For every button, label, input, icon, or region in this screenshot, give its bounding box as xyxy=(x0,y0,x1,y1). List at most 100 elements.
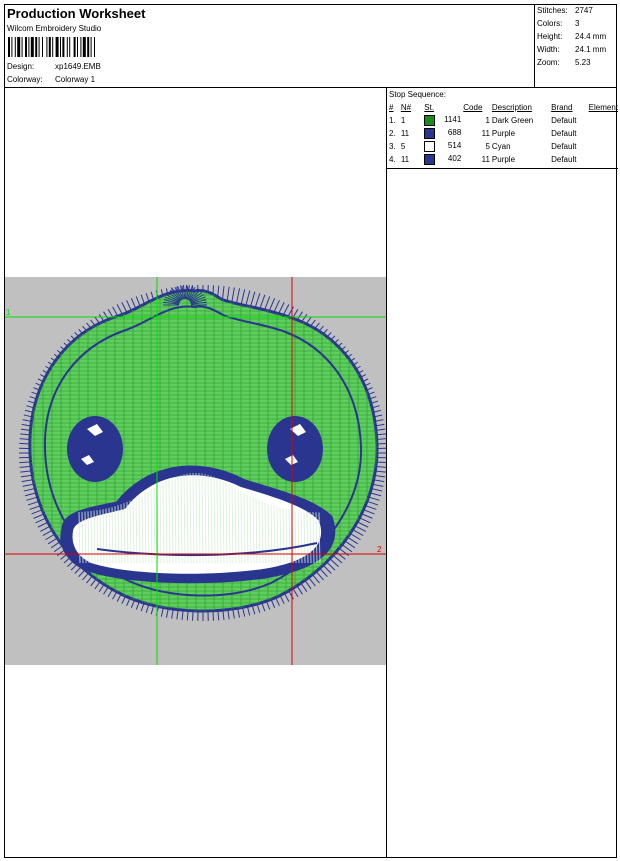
stat-colors: Colors: 3 xyxy=(537,19,579,28)
stop-stitches: 402 xyxy=(422,153,461,166)
stop-needle: 11 xyxy=(399,153,422,166)
color-swatch xyxy=(424,154,436,165)
barcode-image xyxy=(8,37,95,57)
stop-sequence-table: # N# St. Code Description Brand Element … xyxy=(387,101,618,166)
stop-row: 2. 11 688 11 Purple Default xyxy=(387,127,618,140)
stop-brand-text: Default xyxy=(551,142,577,151)
left-eye xyxy=(67,416,123,482)
stat-label: Width: xyxy=(537,45,560,54)
stop-code-text: 11 xyxy=(481,129,490,138)
stat-label: Height: xyxy=(537,32,563,41)
design-file-row: Design: xp1649.EMB xyxy=(7,62,101,71)
stop-num: 2. xyxy=(387,127,399,140)
stop-brand-text: Default xyxy=(551,155,577,164)
design-file-name: xp1649.EMB xyxy=(55,62,101,71)
design-label: Design: xyxy=(7,62,35,71)
stop-brand: Default xyxy=(549,114,587,127)
stop-needle: 5 xyxy=(399,140,422,153)
stop-needle-text: 11 xyxy=(400,129,410,138)
stop-code-text: 1 xyxy=(485,116,490,125)
stop-table-header: # N# St. Code Description Brand Element xyxy=(387,101,618,114)
stop-sequence-title: Stop Sequence: xyxy=(389,90,446,99)
stop-sequence-panel: Stop Sequence: # N# St. Code Description… xyxy=(387,88,618,169)
stat-height: Height: 24.4 mm xyxy=(537,32,606,41)
stop-brand: Default xyxy=(549,127,587,140)
stop-element xyxy=(587,127,618,140)
right-eye xyxy=(267,416,323,482)
software-name: Wilcom Embroidery Studio xyxy=(7,24,102,33)
stop-needle: 1 xyxy=(399,114,422,127)
design-area: 1 2 xyxy=(5,88,387,858)
stop-stitches: 514 xyxy=(422,140,461,153)
stop-brand-text: Default xyxy=(551,129,577,138)
stop-num-text: 1. xyxy=(389,116,396,125)
stat-value: 3 xyxy=(575,19,580,28)
col-code: Code xyxy=(463,103,483,112)
stat-label: Stitches: xyxy=(537,6,568,15)
stop-row: 3. 5 514 5 Cyan Default xyxy=(387,140,618,153)
stop-description-text: Cyan xyxy=(491,142,511,151)
colorway-name: Colorway 1 xyxy=(55,75,96,84)
stat-value: 24.1 mm xyxy=(575,45,607,54)
stop-num: 4. xyxy=(387,153,399,166)
stop-description-text: Purple xyxy=(491,155,516,164)
stat-width: Width: 24.1 mm xyxy=(537,45,606,54)
stop-code: 1 xyxy=(461,114,490,127)
stop-num-text: 4. xyxy=(389,155,396,164)
col-num: # xyxy=(389,103,394,112)
col-description: Description xyxy=(491,103,532,112)
marker-2: 2 xyxy=(377,545,382,554)
stat-value: 2747 xyxy=(575,6,593,15)
stop-description-text: Dark Green xyxy=(491,116,534,125)
stat-zoom: Zoom: 5.23 xyxy=(537,58,591,67)
stop-code: 11 xyxy=(461,127,490,140)
stop-stitches-text: 514 xyxy=(447,141,462,150)
stop-needle-text: 5 xyxy=(400,142,406,151)
color-swatch xyxy=(424,141,436,152)
stop-stitches: 688 xyxy=(422,127,461,140)
stop-stitches-text: 1141 xyxy=(444,115,462,124)
stop-brand-text: Default xyxy=(551,116,577,125)
stop-description: Purple xyxy=(490,153,549,166)
stop-brand: Default xyxy=(549,140,587,153)
stop-code: 11 xyxy=(461,153,490,166)
stop-stitches: 1141 xyxy=(422,114,461,127)
col-element: Element xyxy=(588,103,618,112)
stop-needle-text: 1 xyxy=(400,116,406,125)
stop-description-text: Purple xyxy=(491,129,516,138)
right-eye-fill xyxy=(267,416,323,482)
stop-needle-text: 11 xyxy=(400,155,410,164)
col-stitches: St. xyxy=(424,103,435,112)
stat-label: Colors: xyxy=(537,19,563,28)
colorway-row: Colorway: Colorway 1 xyxy=(7,75,95,84)
stop-num: 3. xyxy=(387,140,399,153)
stop-num-text: 3. xyxy=(389,142,396,151)
stop-element xyxy=(587,153,618,166)
stop-num: 1. xyxy=(387,114,399,127)
stop-row: 1. 1 1141 1 Dark Green Default xyxy=(387,114,618,127)
stat-value: 5.23 xyxy=(575,58,591,67)
colorway-label: Colorway: xyxy=(7,75,43,84)
stop-element xyxy=(587,140,618,153)
stop-brand: Default xyxy=(549,153,587,166)
stop-stitches-text: 688 xyxy=(447,128,462,137)
color-swatch xyxy=(424,128,436,139)
embroidery-design-preview: 1 2 xyxy=(5,277,386,665)
stop-num-text: 2. xyxy=(389,129,396,138)
stop-description: Purple xyxy=(490,127,549,140)
stat-label: Zoom: xyxy=(537,58,560,67)
color-swatch xyxy=(424,115,436,126)
stat-value: 24.4 mm xyxy=(575,32,607,41)
production-worksheet: Production Worksheet Wilcom Embroidery S… xyxy=(4,4,618,858)
col-brand: Brand xyxy=(551,103,573,112)
stop-code-text: 5 xyxy=(485,142,490,151)
stat-stitches: Stitches: 2747 xyxy=(537,6,593,15)
worksheet-header: Production Worksheet Wilcom Embroidery S… xyxy=(5,5,616,88)
col-needle: N# xyxy=(400,103,412,112)
stop-row: 4. 11 402 11 Purple Default xyxy=(387,153,618,166)
marker-1: 1 xyxy=(6,308,11,317)
stop-description: Cyan xyxy=(490,140,549,153)
stop-needle: 11 xyxy=(399,127,422,140)
stop-element xyxy=(587,114,618,127)
stop-description: Dark Green xyxy=(490,114,549,127)
